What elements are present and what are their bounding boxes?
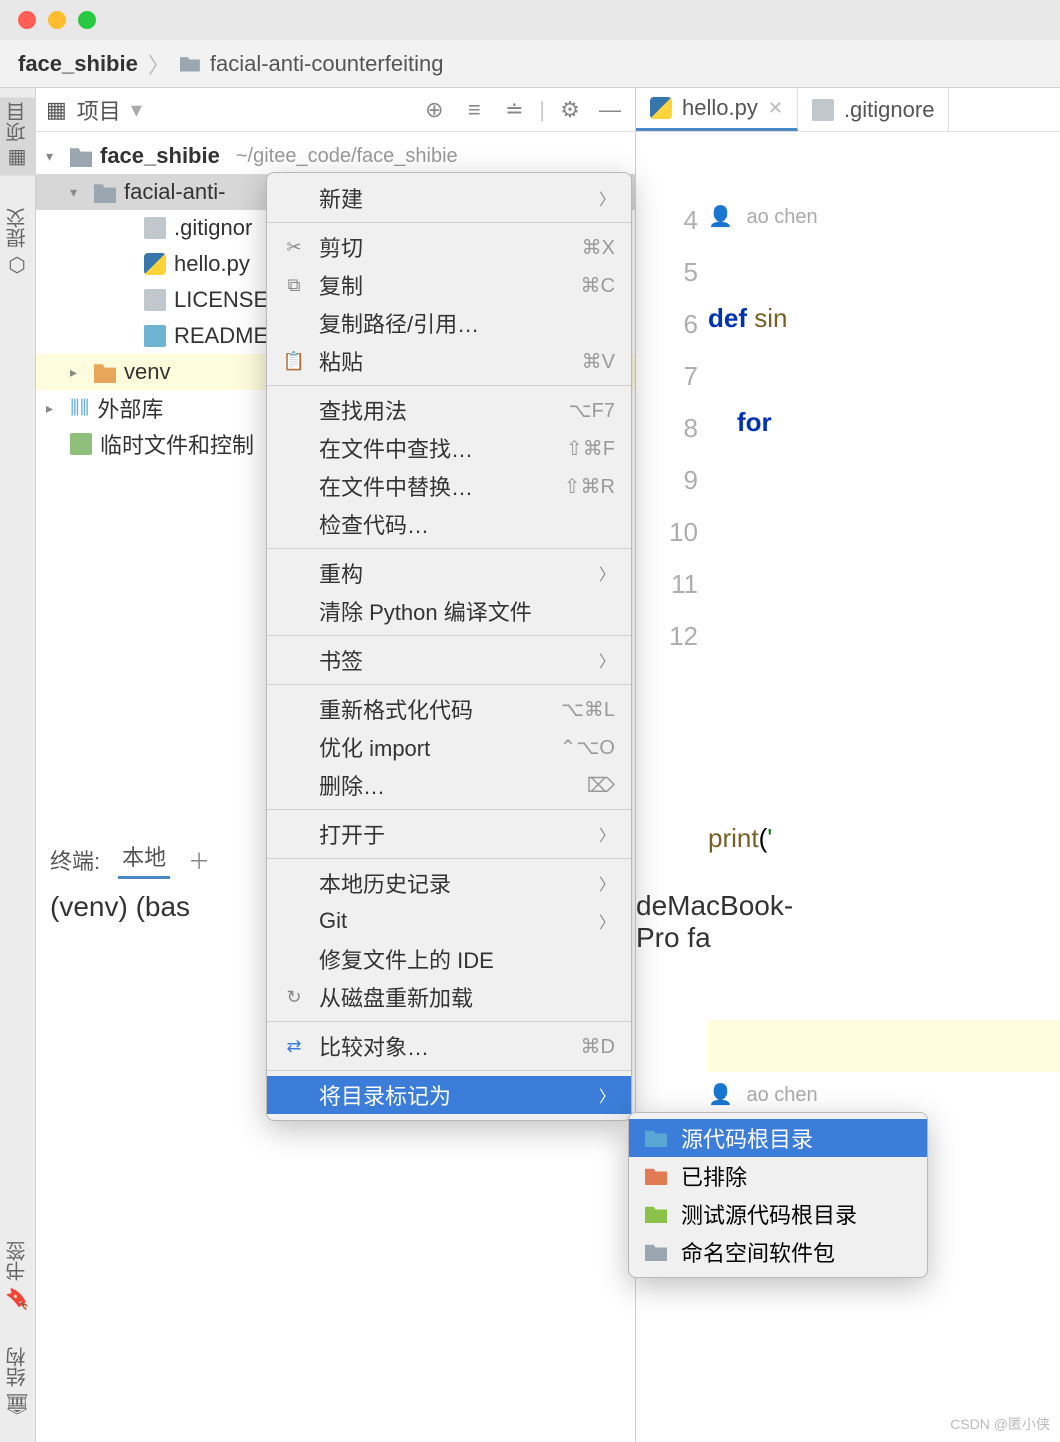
cm-refactor[interactable]: 重构〉 xyxy=(267,554,631,592)
window-maximize-button[interactable] xyxy=(78,11,96,29)
context-menu: 新建〉 ✂剪切⌘X ⧉复制⌘C 复制路径/引用… 📋粘贴⌘V 查找用法⌥F7 在… xyxy=(266,172,632,1121)
commit-tool-tab[interactable]: ⬡ 提交 xyxy=(0,204,36,282)
tree-root-row[interactable]: ▾ face_shibie~/gitee_code/face_shibie xyxy=(36,138,635,174)
terminal-body[interactable]: (venv) (basdeMacBook-Pro fa xyxy=(36,890,190,923)
cm-local-history[interactable]: 本地历史记录〉 xyxy=(267,864,631,902)
python-file-icon xyxy=(144,253,166,275)
editor-tab-hello[interactable]: hello.py✕ xyxy=(636,88,798,131)
pane-icon: ▦ xyxy=(46,97,67,123)
cm-paste[interactable]: 📋粘贴⌘V xyxy=(267,342,631,380)
folder-icon xyxy=(180,56,200,72)
structure-tool-tab[interactable]: 🏛 结构 xyxy=(0,1343,36,1422)
mark-directory-submenu: 源代码根目录 已排除 测试源代码根目录 命名空间软件包 xyxy=(628,1112,928,1278)
cm-new[interactable]: 新建〉 xyxy=(267,179,631,217)
folder-icon xyxy=(645,1129,667,1147)
reload-icon: ↻ xyxy=(283,986,305,1008)
cm-fix-ide[interactable]: 修复文件上的 IDE xyxy=(267,940,631,978)
folder-icon xyxy=(645,1167,667,1185)
sm-source-root[interactable]: 源代码根目录 xyxy=(629,1119,927,1157)
dropdown-icon[interactable]: ▾ xyxy=(131,97,142,123)
expand-all-icon[interactable]: ≡ xyxy=(459,95,489,125)
select-target-icon[interactable]: ⊕ xyxy=(419,95,449,125)
close-icon[interactable]: ✕ xyxy=(768,98,783,119)
cm-compare[interactable]: ⇄比较对象…⌘D xyxy=(267,1027,631,1065)
sm-excluded[interactable]: 已排除 xyxy=(629,1157,927,1195)
terminal-tab-local[interactable]: 本地 xyxy=(118,840,170,879)
cm-find-usages[interactable]: 查找用法⌥F7 xyxy=(267,391,631,429)
breadcrumb-root[interactable]: face_shibie xyxy=(18,51,138,77)
scissors-icon: ✂ xyxy=(283,236,305,258)
file-icon xyxy=(144,289,166,311)
sm-namespace[interactable]: 命名空间软件包 xyxy=(629,1233,927,1271)
folder-icon xyxy=(94,181,116,203)
bookmarks-tool-tab[interactable]: 🔖 书签 xyxy=(0,1237,36,1315)
cm-copy[interactable]: ⧉复制⌘C xyxy=(267,266,631,304)
file-icon xyxy=(144,217,166,239)
folder-icon xyxy=(645,1205,667,1223)
author-annotation: 👤 ao chen xyxy=(708,194,1060,240)
window-close-button[interactable] xyxy=(18,11,36,29)
breadcrumb[interactable]: face_shibie 〉 facial-anti-counterfeiting xyxy=(0,40,1060,88)
cm-clean-pyc[interactable]: 清除 Python 编译文件 xyxy=(267,592,631,630)
left-tool-tabs: ▦ 项目 ⬡ 提交 🔖 书签 🏛 结构 xyxy=(0,88,36,1442)
pane-title[interactable]: 项目 xyxy=(77,94,121,126)
cm-bookmarks[interactable]: 书签〉 xyxy=(267,641,631,679)
project-tool-tab[interactable]: ▦ 项目 xyxy=(0,98,36,176)
terminal-header: 终端: 本地 ＋ xyxy=(36,840,210,879)
compare-icon: ⇄ xyxy=(283,1035,305,1057)
cm-reformat[interactable]: 重新格式化代码⌥⌘L xyxy=(267,690,631,728)
hide-icon[interactable]: — xyxy=(595,95,625,125)
cm-reload[interactable]: ↻从磁盘重新加载 xyxy=(267,978,631,1016)
cm-open-in[interactable]: 打开于〉 xyxy=(267,815,631,853)
chevron-right-icon: 〉 xyxy=(148,48,170,80)
folder-icon xyxy=(645,1243,667,1261)
breadcrumb-child[interactable]: facial-anti-counterfeiting xyxy=(210,51,444,77)
folder-icon xyxy=(94,361,116,383)
titlebar xyxy=(0,0,1060,40)
file-icon xyxy=(812,99,834,121)
paste-icon: 📋 xyxy=(283,350,305,372)
project-pane-header: ▦ 项目 ▾ ⊕ ≡ ≐ | ⚙ — xyxy=(36,88,635,132)
editor-tab-gitignore[interactable]: .gitignore xyxy=(798,88,950,131)
python-file-icon xyxy=(650,97,672,119)
copy-icon: ⧉ xyxy=(283,274,305,296)
collapse-all-icon[interactable]: ≐ xyxy=(499,95,529,125)
cm-git[interactable]: Git〉 xyxy=(267,902,631,940)
cm-mark-directory[interactable]: 将目录标记为〉 xyxy=(267,1076,631,1114)
cm-optimize[interactable]: 优化 import⌃⌥O xyxy=(267,728,631,766)
add-terminal-icon[interactable]: ＋ xyxy=(188,844,210,876)
md-file-icon xyxy=(144,325,166,347)
cm-find-in-files[interactable]: 在文件中查找…⇧⌘F xyxy=(267,429,631,467)
cm-inspect[interactable]: 检查代码… xyxy=(267,505,631,543)
scratch-icon xyxy=(70,433,92,455)
editor-tabs: hello.py✕ .gitignore xyxy=(636,88,1060,132)
cm-cut[interactable]: ✂剪切⌘X xyxy=(267,228,631,266)
watermark: CSDN @匿小侠 xyxy=(950,1414,1050,1434)
terminal-label: 终端: xyxy=(50,844,100,876)
cm-delete[interactable]: 删除…⌦ xyxy=(267,766,631,804)
folder-icon xyxy=(70,145,92,167)
cm-replace-in-files[interactable]: 在文件中替换…⇧⌘R xyxy=(267,467,631,505)
gear-icon[interactable]: ⚙ xyxy=(555,95,585,125)
cm-copy-path[interactable]: 复制路径/引用… xyxy=(267,304,631,342)
sm-test-root[interactable]: 测试源代码根目录 xyxy=(629,1195,927,1233)
window-minimize-button[interactable] xyxy=(48,11,66,29)
